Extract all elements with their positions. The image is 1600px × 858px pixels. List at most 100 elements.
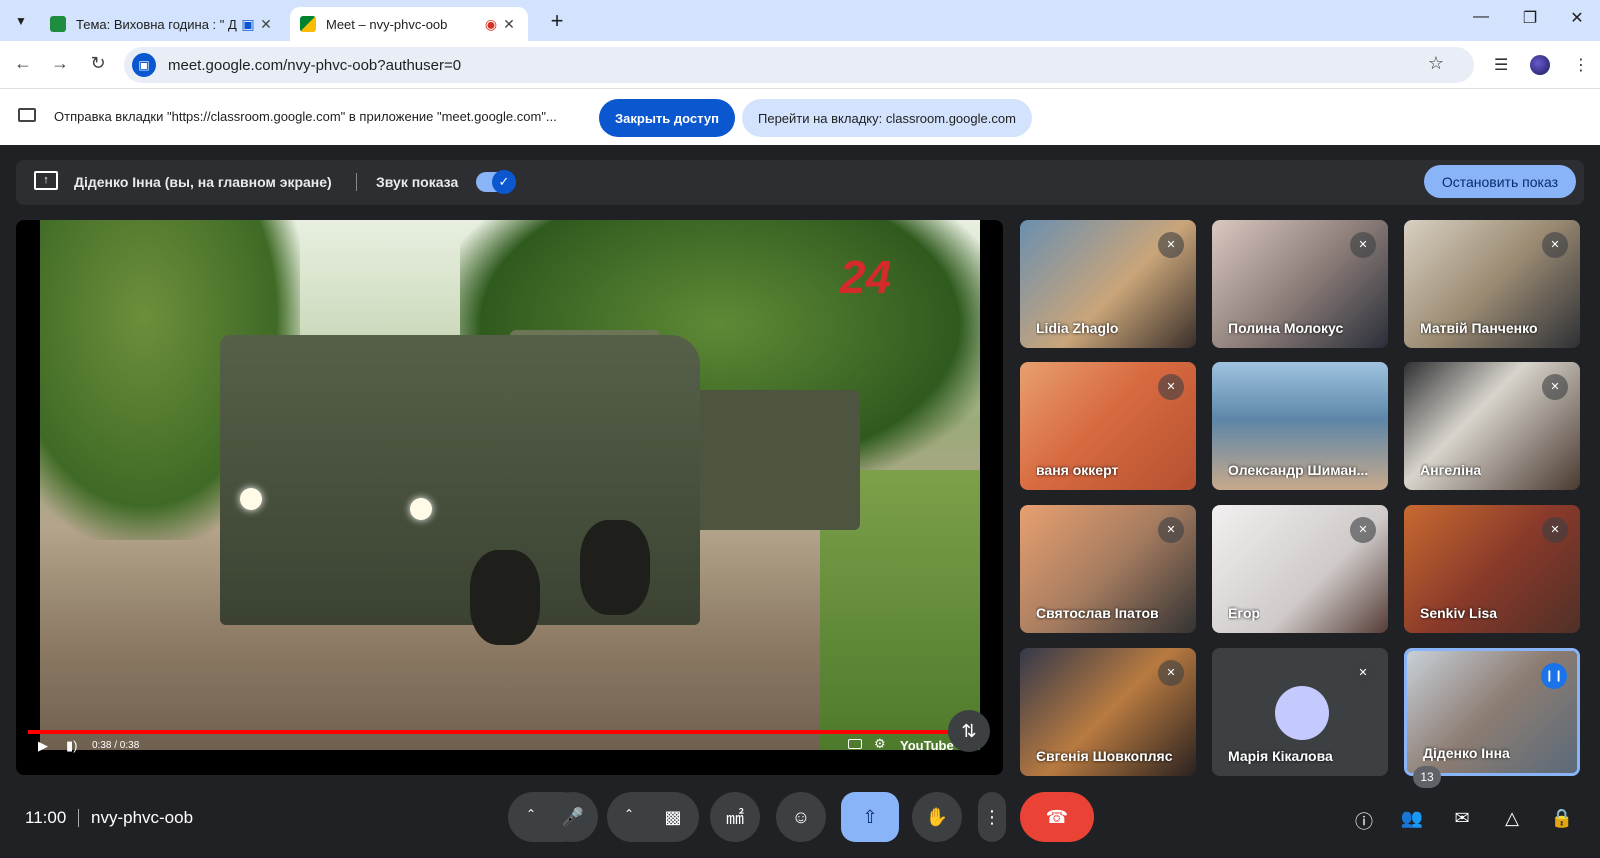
participant-name: Діденко Інна (1423, 745, 1510, 761)
participant-tile[interactable]: ✕ Senkiv Lisa (1404, 505, 1580, 633)
meeting-code: nvy-phvc-oob (91, 808, 194, 827)
share-audio-label: Звук показа (376, 174, 459, 190)
host-controls-icon[interactable]: 🔒 (1550, 808, 1574, 832)
microphone-button[interactable]: 🎤 (548, 792, 598, 842)
mic-muted-icon: ✕ (1542, 374, 1568, 400)
captions-button[interactable]: ㎟ (710, 792, 760, 842)
participant-tile[interactable]: ✕ Lidia Zhaglo (1020, 220, 1196, 348)
meeting-info-icon[interactable]: ⓘ (1352, 808, 1376, 832)
participant-name: Senkiv Lisa (1420, 605, 1498, 621)
emoji-icon: ☺ (791, 806, 811, 827)
headlight (410, 498, 432, 520)
reactions-button[interactable]: ☺ (776, 792, 826, 842)
captions-icon: ㎟ (726, 808, 744, 828)
participant-name: Матвій Панченко (1420, 320, 1538, 336)
participant-name: Олександр Шиман... (1228, 462, 1369, 478)
meeting-clock: 11:00 (25, 808, 67, 827)
share-audio-toggle[interactable]: ✓ (476, 170, 516, 194)
hang-up-icon: ☎ (1045, 806, 1069, 827)
go-to-tab-button[interactable]: Перейти на вкладку: classroom.google.com (742, 99, 1032, 137)
stop-access-button[interactable]: Закрыть доступ (599, 99, 735, 137)
participant-tile[interactable]: ✕ Егор (1212, 505, 1388, 633)
settings-gear-icon[interactable]: ⚙ (874, 736, 886, 752)
swap-layout-icon[interactable]: ⇅ (948, 710, 990, 752)
more-options-button[interactable]: ⋮ (978, 792, 1006, 842)
bookmark-star-icon[interactable]: ☆ (1428, 53, 1444, 74)
back-icon[interactable]: ← (11, 53, 35, 74)
sharing-message: Отправка вкладки "https://classroom.goog… (54, 109, 557, 124)
video-progress-bar[interactable] (28, 730, 958, 734)
participant-tile[interactable]: Олександр Шиман... (1212, 362, 1388, 490)
minimize-icon[interactable]: — (1466, 8, 1496, 26)
reload-icon[interactable]: ↻ (86, 53, 110, 74)
participant-tile[interactable]: ✕ Ангеліна (1404, 362, 1580, 490)
tab-meet[interactable]: Meet – nvy-phvc-oob ◉ ✕ (290, 7, 528, 41)
youtube-logo[interactable]: YouTube (900, 738, 954, 753)
screen-share-indicator-icon: ▣ (241, 15, 255, 32)
participant-tile[interactable]: ❙❙ Діденко Інна (1404, 648, 1580, 776)
participant-tile[interactable]: ✕ Марія Кікалова (1212, 648, 1388, 776)
camera-icon: ▩ (664, 806, 682, 827)
participant-tile[interactable]: ✕ ваня оккерт (1020, 362, 1196, 490)
channel-logo: 24 (840, 251, 892, 303)
participant-tile[interactable]: ✕ Полина Молокус (1212, 220, 1388, 348)
classroom-favicon-icon (50, 16, 66, 32)
participant-name: Ангеліна (1420, 462, 1482, 478)
profile-avatar[interactable] (1530, 55, 1550, 75)
close-tab-icon[interactable]: ✕ (500, 16, 518, 33)
chat-icon[interactable]: ✉ (1450, 808, 1474, 832)
more-vert-icon: ⋮ (983, 806, 1001, 827)
site-info-icon[interactable]: ▣ (132, 53, 156, 77)
video-time: 0:38 / 0:38 (92, 740, 140, 751)
browser-toolbar: ← → ↻ ▣ meet.google.com/nvy-phvc-oob?aut… (0, 41, 1600, 89)
stop-presenting-button[interactable]: Остановить показ (1423, 165, 1576, 198)
audio-options-chevron-icon[interactable]: ⌃ (526, 807, 536, 821)
tab-search-menu[interactable]: ▼ (8, 8, 34, 34)
meeting-controls-bar: 11:00 nvy-phvc-oob ⌃ 🎤 ⌃ ▩ ㎟ ☺ ⇧ ✋ ⋮ ☎ ⓘ… (0, 766, 1600, 858)
close-tab-icon[interactable]: ✕ (257, 16, 275, 33)
forward-icon[interactable]: → (48, 53, 72, 74)
divider (78, 809, 79, 827)
mic-muted-icon: ✕ (1350, 660, 1376, 686)
participant-name: Марія Кікалова (1228, 748, 1333, 764)
presenter-label: Діденко Інна (вы, на главном экране) (74, 174, 332, 190)
subtitles-icon[interactable] (848, 739, 862, 749)
people-icon[interactable]: 👥 (1400, 808, 1424, 832)
tab-share-icon (18, 108, 36, 122)
recording-icon: ◉ (484, 15, 498, 32)
participant-tile[interactable]: ✕ Євгенія Шовкопляс (1020, 648, 1196, 776)
truck-convoy (680, 390, 860, 530)
activities-icon[interactable]: △ (1500, 808, 1524, 832)
new-tab-button[interactable]: + (544, 8, 570, 34)
raise-hand-button[interactable]: ✋ (912, 792, 962, 842)
restore-icon[interactable]: ❐ (1515, 8, 1545, 28)
mic-muted-icon: ✕ (1542, 232, 1568, 258)
volume-icon[interactable]: ▮) (66, 738, 77, 754)
present-screen-icon: ⇧ (862, 806, 878, 827)
tab-classroom[interactable]: Тема: Виховна година : " Д ▣ ✕ (40, 7, 285, 41)
mic-muted-icon: ✕ (1350, 517, 1376, 543)
tab-title: Meet – nvy-phvc-oob (326, 16, 448, 32)
participant-tile[interactable]: ✕ Святослав Іпатов (1020, 505, 1196, 633)
media-controls-icon[interactable]: ☰ (1494, 55, 1508, 75)
close-window-icon[interactable]: ✕ (1562, 8, 1592, 28)
url-text[interactable]: meet.google.com/nvy-phvc-oob?authuser=0 (168, 57, 461, 74)
browser-menu-icon[interactable]: ⋮ (1573, 55, 1589, 75)
address-bar[interactable]: ▣ meet.google.com/nvy-phvc-oob?authuser=… (124, 47, 1474, 83)
check-icon: ✓ (492, 170, 516, 194)
sharing-infobar: Отправка вкладки "https://classroom.goog… (0, 89, 1600, 145)
play-icon[interactable]: ▶ (38, 738, 48, 754)
divider (356, 173, 357, 191)
shared-screen[interactable]: 24 ▶ ▮) 0:38 / 0:38 ⚙ YouTube ⇅ (16, 220, 1003, 775)
participant-name: Євгенія Шовкопляс (1036, 748, 1173, 764)
mic-muted-icon: ✕ (1158, 517, 1184, 543)
participant-name: Полина Молокус (1228, 320, 1344, 336)
hand-icon: ✋ (925, 806, 949, 827)
participant-tile[interactable]: ✕ Матвій Панченко (1404, 220, 1580, 348)
camera-button[interactable]: ▩ (648, 792, 698, 842)
video-frame: 24 (40, 220, 980, 750)
video-options-chevron-icon[interactable]: ⌃ (624, 807, 634, 821)
meet-favicon-icon (300, 16, 316, 32)
leave-call-button[interactable]: ☎ (1020, 792, 1094, 842)
present-button[interactable]: ⇧ (841, 792, 899, 842)
